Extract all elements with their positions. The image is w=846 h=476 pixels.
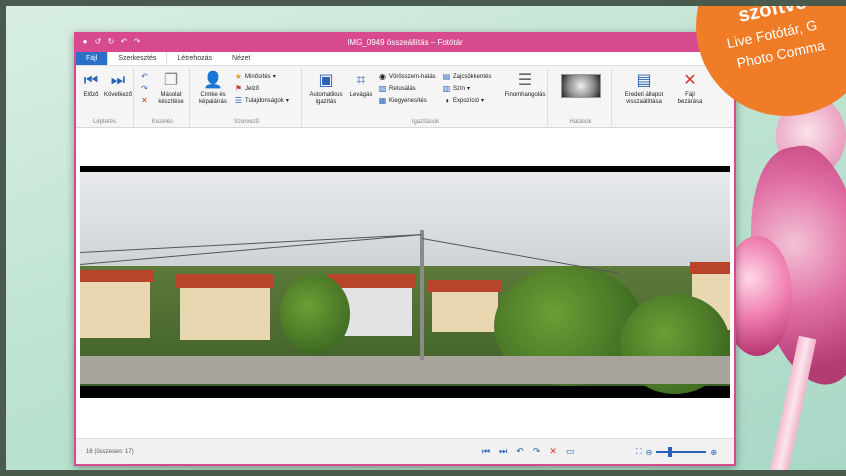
roof (428, 280, 502, 292)
tab-file[interactable]: Fájl (76, 52, 108, 65)
tab-view[interactable]: Nézet (222, 52, 260, 65)
house (432, 288, 498, 332)
delete-button[interactable]: ✕ (140, 96, 149, 105)
zoom-out-icon[interactable]: ⊖ (646, 448, 653, 457)
rating-button[interactable]: ★ Minősítés ▾ (234, 72, 276, 81)
roof (176, 274, 274, 288)
tree (280, 274, 350, 354)
road (80, 356, 730, 384)
house (180, 284, 270, 340)
color-icon: ▥ (442, 84, 451, 93)
red-eye-button[interactable]: ◉ Vörösszem-hatás (378, 72, 436, 81)
properties-button[interactable]: ☰ Tulajdonságok ▾ (234, 96, 289, 105)
roof (80, 270, 154, 282)
next-icon[interactable]: ⏭ (499, 446, 507, 457)
group-organize: 👤 Címke és képaláírás ★ Minősítés ▾ ⚑ Jelz… (192, 68, 302, 126)
rotate-right-icon: ↷ (141, 84, 148, 93)
prev-icon: ⏮ (83, 71, 99, 89)
rotate-left-button[interactable]: ↶ (140, 72, 149, 81)
ribbon-tabs: Fájl Szerkesztés Létrehozás Nézet (76, 52, 734, 66)
image-canvas (76, 130, 734, 438)
noise-reduction-button[interactable]: ▤ Zajcsökkentés (442, 72, 492, 81)
group-adjust: ▣ Automatikus igazítás ⌗ Levágás ◉ Vöröss… (304, 68, 548, 126)
tab-edit[interactable]: Szerkesztés (107, 52, 168, 65)
tab-create[interactable]: Létrehozás (167, 52, 222, 65)
group-manage: ↶ ↷ ✕ ❐ Másolat készítése Kezelés (136, 68, 190, 126)
straighten-button[interactable]: ▦ Kiegyenesítés (378, 96, 427, 105)
group-navigation: ⏮ Előző ⏭ Következő Léptetés (76, 68, 134, 126)
tag-icon: 👤 (203, 71, 223, 89)
copy-icon: ❐ (163, 71, 179, 89)
rotate-left-icon[interactable]: ↶ (516, 446, 524, 457)
status-bar: 16 (összesen: 17) ⏮ ⏭ ↶ ↷ ✕ ▭ ⛶ ⊖ ⊕ (76, 438, 734, 464)
previous-button[interactable]: ⏮ Előző (80, 70, 102, 99)
close-file-button[interactable]: ✕ Fájl bezárása (674, 70, 706, 106)
noise-icon: ▤ (442, 72, 451, 81)
slideshow-icon[interactable]: ▭ (566, 446, 575, 457)
ribbon: ⏮ Előző ⏭ Következő Léptetés ↶ ↷ ✕ ❐ Más… (76, 66, 734, 128)
tag-caption-button[interactable]: 👤 Címke és képaláírás (194, 70, 232, 106)
close-icon: ✕ (683, 71, 697, 89)
exposure-icon: ◑ (444, 96, 449, 105)
close-icon[interactable]: ✕ (549, 446, 557, 457)
group-label: Igazítások (411, 119, 440, 125)
roof (690, 262, 730, 274)
copy-button[interactable]: ❐ Másolat készítése (154, 70, 188, 106)
crop-button[interactable]: ⌗ Levágás (348, 70, 374, 99)
photo-count: 16 (összesen: 17) (86, 449, 134, 455)
group-label: Hatások (569, 119, 592, 125)
close-icon: ✕ (141, 96, 148, 105)
retouch-icon: ▧ (378, 84, 387, 93)
panorama-image[interactable] (80, 166, 730, 398)
group-label: Szervező (233, 119, 259, 125)
straighten-icon: ▦ (378, 96, 387, 105)
group-label: Kezelés (151, 119, 174, 125)
rotate-left-icon: ↶ (141, 72, 148, 81)
flag-button[interactable]: ⚑ Jelző (234, 84, 259, 93)
color-button[interactable]: ▥ Szín ▾ (442, 84, 470, 93)
group-label: Léptetés (92, 119, 117, 125)
group-effects: Hatások (550, 68, 612, 126)
effect-thumbnail[interactable] (554, 74, 608, 100)
rotate-right-button[interactable]: ↷ (140, 84, 149, 93)
star-icon: ★ (234, 72, 243, 81)
zoom-slider[interactable] (656, 447, 707, 457)
next-button[interactable]: ⏭ Következő (104, 70, 132, 99)
zoom-in-icon[interactable]: ⊕ (710, 448, 717, 457)
photo-gallery-window: ● ↺ ↻ ↶ ↷ IMG_0949 összeállítás – Fotótá… (74, 32, 736, 466)
fine-tune-button[interactable]: ☰ Finomhangolás (504, 70, 546, 99)
zoom-slider-thumb[interactable] (668, 447, 673, 457)
flag-icon: ⚑ (234, 84, 243, 93)
background-frame: szoftve Live Fotótár, G Photo Comma ● ↺ … (6, 6, 846, 470)
auto-adjust-button[interactable]: ▣ Automatikus igazítás (306, 70, 346, 106)
crop-icon: ⌗ (356, 71, 366, 89)
utility-pole (420, 230, 424, 360)
vignette-effect-icon (561, 74, 601, 98)
eye-icon: ◉ (379, 72, 386, 81)
roof (328, 274, 416, 288)
sliders-icon: ☰ (517, 71, 533, 89)
window-title: IMG_0949 összeállítás – Fotótár (347, 38, 463, 47)
fit-icon[interactable]: ⛶ (636, 447, 642, 457)
revert-button[interactable]: ▤ Eredeti állapot visszaállítása (618, 70, 670, 106)
title-bar: ● ↺ ↻ ↶ ↷ IMG_0949 összeállítás – Fotótá… (76, 34, 734, 52)
auto-adjust-icon: ▣ (318, 71, 334, 89)
properties-icon: ☰ (234, 96, 243, 105)
zoom-control: ⛶ ⊖ ⊕ (636, 447, 717, 457)
house (80, 278, 150, 338)
viewer-controls: ⏮ ⏭ ↶ ↷ ✕ ▭ (482, 446, 574, 457)
revert-icon: ▤ (636, 71, 652, 89)
prev-icon[interactable]: ⏮ (482, 446, 490, 457)
retouch-button[interactable]: ▧ Retusálás (378, 84, 416, 93)
next-icon: ⏭ (110, 71, 126, 89)
exposure-button[interactable]: ◑ Expozíció ▾ (442, 96, 484, 105)
rotate-right-icon[interactable]: ↷ (533, 446, 541, 457)
